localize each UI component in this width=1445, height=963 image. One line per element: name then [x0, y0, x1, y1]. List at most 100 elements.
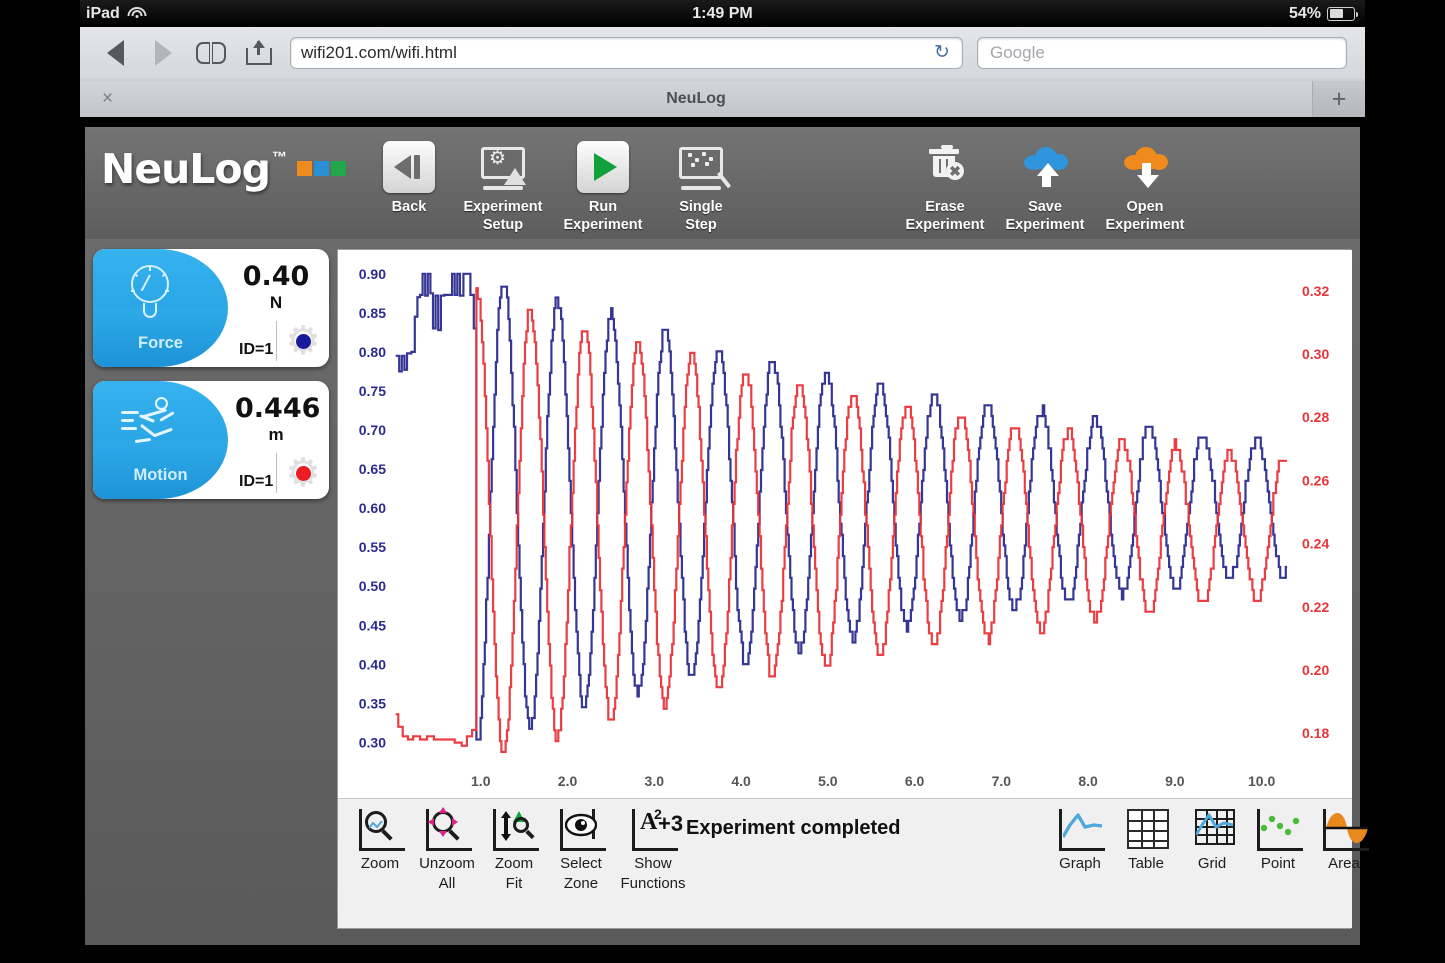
- sensor-settings-gear-force[interactable]: ⚙: [283, 321, 323, 361]
- logo-text: NeuLog: [101, 145, 271, 193]
- close-icon[interactable]: ×: [102, 88, 113, 110]
- toolbar-button-run-experiment[interactable]: Run Experiment: [547, 141, 659, 234]
- url-text: wifi201.com/wifi.html: [301, 43, 457, 62]
- browser-tab[interactable]: × NeuLog: [80, 81, 1313, 117]
- svg-text:0.90: 0.90: [359, 266, 386, 282]
- chart-svg: 0.30 0.35 0.40 0.45 0.50 0.55 0.60 0.65 0.70 0.75…: [359, 266, 1330, 789]
- svg-text:0.32: 0.32: [1302, 283, 1329, 299]
- select-zone-label-2: Zone: [563, 874, 599, 892]
- zoom-icon: [355, 807, 405, 851]
- toolbar-button-open-experiment[interactable]: Open Experiment: [1080, 141, 1210, 234]
- sensor-list: Force 0.40 N ID=1 ⚙: [93, 249, 333, 513]
- svg-text:0.28: 0.28: [1302, 409, 1329, 425]
- svg-text:0.18: 0.18: [1302, 725, 1329, 741]
- bookmarks-button[interactable]: [194, 38, 228, 68]
- sensor-name-force: Force: [138, 334, 183, 352]
- view-graph-button[interactable]: Graph: [1044, 807, 1116, 874]
- zoom-fit-label-2: Fit: [505, 874, 523, 892]
- view-point-label: Point: [1260, 855, 1296, 872]
- forward-arrow-icon: [154, 40, 172, 66]
- select-zone-button[interactable]: Select Zone: [545, 807, 617, 893]
- toolbar-label-run-experiment-1: Run: [588, 199, 618, 215]
- svg-text:0.55: 0.55: [359, 539, 386, 555]
- back-arrow-icon: [106, 40, 124, 66]
- share-button[interactable]: [242, 38, 276, 68]
- svg-text:3.0: 3.0: [645, 773, 665, 789]
- browser-forward-button[interactable]: [146, 38, 180, 68]
- unzoom-all-icon: [422, 807, 472, 851]
- sensor-id-motion: ID=1: [239, 473, 274, 490]
- svg-text:0.75: 0.75: [359, 383, 386, 399]
- sensor-card-force[interactable]: Force 0.40 N ID=1 ⚙: [93, 249, 329, 367]
- toolbar-button-single-step[interactable]: Single Step: [645, 141, 757, 234]
- svg-text:0.40: 0.40: [359, 656, 386, 672]
- neulog-app: NeuLog ™ Back ⚙ Experiment Setup Run Exp…: [85, 127, 1369, 945]
- svg-text:0.45: 0.45: [359, 617, 386, 633]
- svg-text:0.50: 0.50: [359, 578, 386, 594]
- sensor-name-motion: Motion: [133, 466, 188, 484]
- unzoom-all-label-1: Unzoom: [419, 855, 475, 872]
- search-input[interactable]: Google: [977, 37, 1347, 69]
- zoom-button[interactable]: Zoom: [344, 807, 416, 874]
- show-functions-button[interactable]: A 2 +3 Show Functions: [610, 806, 696, 893]
- tab-title: NeuLog: [666, 90, 726, 107]
- chart-panel: 0.30 0.35 0.40 0.45 0.50 0.55 0.60 0.65 0.70 0.75…: [337, 249, 1369, 929]
- experiment-graph[interactable]: 0.30 0.35 0.40 0.45 0.50 0.55 0.60 0.65 0.70 0.75…: [338, 250, 1352, 800]
- toolbar-button-experiment-setup[interactable]: ⚙ Experiment Setup: [447, 141, 559, 234]
- save-experiment-cloud-icon: [1019, 141, 1071, 193]
- sensor-card-motion[interactable]: Motion 0.446 m ID=1 ⚙: [93, 381, 329, 499]
- svg-text:7.0: 7.0: [992, 773, 1012, 789]
- toolbar-label-single-step-2: Step: [685, 217, 717, 234]
- svg-text:9.0: 9.0: [1165, 773, 1185, 789]
- browser-chrome: wifi201.com/wifi.html ↻ Google × NeuLog …: [80, 27, 1365, 117]
- view-grid-button[interactable]: Grid: [1176, 807, 1248, 874]
- sensor-unit-force: N: [269, 293, 283, 312]
- reload-icon[interactable]: ↻: [932, 43, 952, 63]
- svg-text:0.70: 0.70: [359, 422, 386, 438]
- address-bar[interactable]: wifi201.com/wifi.html ↻: [290, 37, 963, 69]
- back-step-icon: [383, 141, 435, 193]
- zoom-fit-button[interactable]: Zoom Fit: [478, 807, 550, 893]
- logo-trademark: ™: [271, 149, 287, 166]
- zoom-fit-label-1: Zoom: [494, 855, 534, 872]
- table-icon: [1121, 807, 1171, 851]
- tab-bar: × NeuLog +: [80, 79, 1365, 117]
- svg-text:0.20: 0.20: [1302, 662, 1329, 678]
- svg-text:1.0: 1.0: [471, 773, 491, 789]
- toolbar-label-open-1: Open: [1126, 199, 1164, 215]
- unzoom-all-button[interactable]: Unzoom All: [411, 807, 483, 893]
- view-table-button[interactable]: Table: [1110, 807, 1182, 874]
- status-bar-right: 54%: [1289, 5, 1358, 23]
- graph-icon: [1055, 807, 1105, 851]
- svg-text:0.85: 0.85: [359, 305, 386, 321]
- point-icon: [1253, 807, 1303, 851]
- toolbar-label-single-step-1: Single: [679, 199, 723, 215]
- new-tab-button[interactable]: +: [1313, 81, 1365, 117]
- screen: iPad 1:49 PM 54% wifi201.com/wifi.html ↻…: [0, 0, 1445, 963]
- svg-text:0.30: 0.30: [359, 734, 386, 750]
- status-bar-clock: 1:49 PM: [692, 4, 753, 22]
- svg-text:2.0: 2.0: [558, 773, 578, 789]
- unzoom-all-label-2: All: [438, 874, 456, 892]
- show-functions-icon: A 2 +3: [628, 806, 683, 851]
- svg-text:0.65: 0.65: [359, 461, 386, 477]
- area-icon: [1319, 807, 1369, 851]
- erase-experiment-icon: ✖: [919, 141, 971, 193]
- book-icon: [196, 42, 226, 64]
- sensor-color-dot-motion: [296, 466, 311, 481]
- sensor-id-force: ID=1: [239, 341, 274, 358]
- toolbar-label-experiment-setup-2: Setup: [482, 217, 524, 234]
- sensor-settings-gear-motion[interactable]: ⚙: [283, 453, 323, 493]
- sensor-color-dot-force: [296, 334, 311, 349]
- view-area-button[interactable]: Area: [1308, 807, 1380, 874]
- status-message: Experiment completed: [686, 817, 901, 839]
- force-gauge-icon: [121, 263, 185, 321]
- svg-text:8.0: 8.0: [1078, 773, 1098, 789]
- single-step-icon: [675, 141, 732, 193]
- svg-text:0.24: 0.24: [1302, 536, 1329, 552]
- browser-back-button[interactable]: [98, 38, 132, 68]
- sensor-value-motion: 0.446: [235, 393, 321, 424]
- experiment-setup-icon: ⚙: [477, 141, 529, 193]
- view-point-button[interactable]: Point: [1242, 807, 1314, 874]
- svg-text:0.30: 0.30: [1302, 346, 1329, 362]
